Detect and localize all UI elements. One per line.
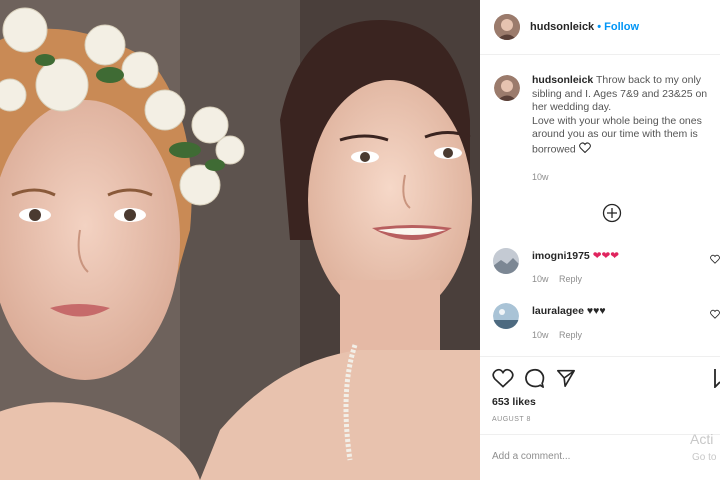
comment-text: ❤❤❤: [592, 250, 620, 262]
caption-username[interactable]: hudsonleick: [532, 74, 593, 86]
comment-meta: 10w Reply: [532, 330, 582, 340]
follow-button[interactable]: Follow: [604, 21, 639, 33]
activation-watermark-line1: Acti: [690, 431, 714, 447]
bookmark-icon: [714, 369, 720, 390]
post-photo[interactable]: [0, 0, 480, 480]
likes-count[interactable]: 653 likes: [492, 396, 536, 408]
caption-time: 10w: [532, 172, 549, 182]
activation-watermark-line2: Go to: [692, 452, 717, 463]
comment-button[interactable]: [524, 368, 545, 389]
follow-dot: •: [597, 21, 602, 33]
comment-like-button[interactable]: [710, 309, 720, 319]
comment-avatar-image: [493, 303, 519, 329]
author-username[interactable]: hudsonleick: [530, 21, 594, 33]
post-photo-image: [0, 0, 480, 480]
caption-text-2: Love with your whole being the ones arou…: [532, 114, 702, 156]
heart-icon: [710, 254, 720, 264]
comment-avatar[interactable]: [493, 248, 519, 274]
plus-circle-icon: [602, 203, 622, 223]
author-avatar[interactable]: [494, 14, 520, 40]
comment-avatar-image: [493, 248, 519, 274]
caption-block: hudsonleick Throw back to my only siblin…: [532, 74, 720, 185]
instagram-post-window: hudsonleick • Follow hudsonleick Throw b…: [0, 0, 720, 480]
heart-icon: [492, 368, 514, 388]
comment-meta: 10w Reply: [532, 274, 582, 284]
caption-heart-icon: [578, 141, 591, 158]
comment-reply-button[interactable]: Reply: [559, 330, 582, 340]
comment-text: ♥♥♥: [586, 305, 606, 317]
share-icon: [557, 369, 575, 387]
actions-divider: [480, 356, 720, 357]
post-date: AUGUST 8: [492, 416, 531, 423]
heart-icon: [710, 309, 720, 319]
add-comment-input[interactable]: Add a comment...: [492, 451, 570, 462]
load-more-comments-button[interactable]: [602, 203, 622, 223]
comment-item: imogni1975 ❤❤❤: [532, 250, 619, 262]
comment-item: lauralagee ♥♥♥: [532, 305, 606, 317]
author-avatar-image: [494, 14, 520, 40]
comment-username[interactable]: lauralagee: [532, 305, 584, 317]
comment-icon: [525, 368, 545, 388]
caption-avatar[interactable]: [494, 75, 520, 101]
comment-time: 10w: [532, 330, 549, 340]
like-button[interactable]: [492, 368, 514, 388]
post-side-panel: hudsonleick • Follow hudsonleick Throw b…: [480, 0, 720, 480]
comment-time: 10w: [532, 274, 549, 284]
comment-box-divider: [480, 434, 720, 435]
caption-avatar-image: [494, 75, 520, 101]
header-divider: [480, 54, 720, 55]
save-button[interactable]: [714, 368, 720, 390]
comment-avatar[interactable]: [493, 303, 519, 329]
comment-like-button[interactable]: [710, 254, 720, 264]
post-header: hudsonleick • Follow: [530, 21, 639, 33]
comment-reply-button[interactable]: Reply: [559, 274, 582, 284]
comment-username[interactable]: imogni1975: [532, 250, 590, 262]
share-button[interactable]: [556, 368, 576, 388]
